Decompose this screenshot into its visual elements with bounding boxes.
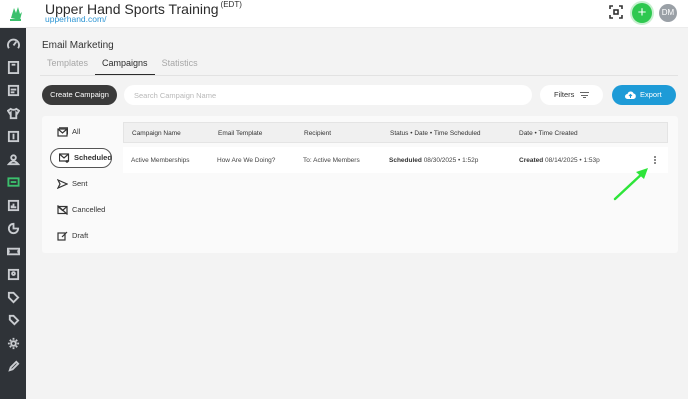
reports-icon[interactable] (5, 197, 21, 213)
id-card-icon[interactable] (5, 266, 21, 282)
users-icon[interactable] (5, 151, 21, 167)
col-email-template[interactable]: Email Template (218, 130, 262, 137)
filters-button[interactable]: Filters (540, 85, 603, 105)
filter-scheduled-label: Scheduled (74, 153, 112, 162)
col-recipient[interactable]: Recipient (304, 130, 331, 137)
cell-recipient: To: Active Members (303, 157, 360, 164)
col-campaign-name[interactable]: Campaign Name (132, 130, 181, 137)
export-label: Export (640, 90, 662, 99)
top-bar: Upper Hand Sports Training (EDT) upperhan… (0, 0, 688, 28)
filter-cancelled-label: Cancelled (72, 205, 106, 214)
message-icon[interactable] (5, 174, 21, 190)
annotation-arrow-icon (613, 168, 648, 201)
timezone-label: (EDT) (220, 0, 242, 9)
user-avatar[interactable]: DM (659, 4, 677, 22)
tab-templates[interactable]: Templates (40, 56, 95, 76)
chart-icon[interactable] (5, 220, 21, 236)
calendar-icon[interactable] (5, 82, 21, 98)
cell-date-created: Created 08/14/2025 • 1:53p (519, 157, 600, 164)
filter-lines-icon (580, 92, 589, 98)
draft-icon (57, 231, 68, 241)
cloud-upload-icon (625, 91, 636, 99)
created-datetime: 08/14/2025 • 1:53p (545, 157, 600, 164)
cell-email-template: How Are We Doing? (217, 157, 276, 164)
filter-cancelled[interactable]: Cancelled (50, 200, 112, 220)
tags-icon[interactable] (5, 312, 21, 328)
status-label: Scheduled (389, 157, 422, 164)
page-title: Email Marketing (42, 40, 114, 51)
export-button[interactable]: Export (612, 85, 676, 105)
ticket-icon[interactable] (5, 243, 21, 259)
cell-campaign-name: Active Memberships (131, 157, 190, 164)
create-campaign-button[interactable]: Create Campaign (42, 85, 117, 105)
tab-campaigns[interactable]: Campaigns (95, 56, 155, 76)
col-status-scheduled[interactable]: Status • Date • Time Scheduled (390, 130, 481, 137)
send-icon (57, 179, 68, 189)
filter-sent-label: Sent (72, 179, 88, 188)
quick-add-button[interactable]: + (632, 3, 652, 23)
filter-draft-label: Draft (72, 231, 89, 240)
main-content: Email Marketing Templates Campaigns Stat… (26, 28, 688, 399)
scheduled-datetime: 08/30/2025 • 1:52p (423, 157, 479, 164)
tab-statistics[interactable]: Statistics (155, 56, 205, 76)
search-campaign-input[interactable] (124, 85, 532, 105)
qr-scan-icon[interactable] (609, 5, 623, 19)
upper-hand-logo-icon[interactable] (8, 4, 24, 22)
business-url-link[interactable]: upperhand.com/ (45, 14, 106, 24)
shirt-icon[interactable] (5, 105, 21, 121)
tab-divider (40, 75, 678, 76)
filter-draft[interactable]: Draft (50, 226, 112, 246)
mail-all-icon (57, 127, 68, 137)
created-label: Created (519, 157, 544, 164)
mail-scheduled-icon (59, 153, 70, 163)
sidebar-nav (0, 28, 26, 399)
book-icon[interactable] (5, 59, 21, 75)
col-date-created[interactable]: Date • Time Created (519, 130, 578, 137)
cell-status-scheduled: Scheduled 08/30/2025 • 1:52p (389, 157, 478, 164)
filter-sent[interactable]: Sent (50, 174, 112, 194)
tab-bar: Templates Campaigns Statistics (40, 56, 205, 76)
gear-icon[interactable] (5, 335, 21, 351)
filter-scheduled[interactable]: Scheduled (50, 148, 112, 168)
dollar-icon[interactable] (5, 128, 21, 144)
mail-cancelled-icon (57, 205, 68, 215)
tag-icon[interactable] (5, 289, 21, 305)
edit-icon[interactable] (5, 358, 21, 374)
dashboard-icon[interactable] (5, 36, 21, 52)
filter-all[interactable]: All (50, 122, 112, 142)
table-header: Campaign Name Email Template Recipient S… (123, 122, 668, 143)
filter-all-label: All (72, 127, 81, 136)
filters-label: Filters (554, 90, 575, 99)
table-row[interactable]: Active Memberships How Are We Doing? To:… (123, 147, 668, 173)
